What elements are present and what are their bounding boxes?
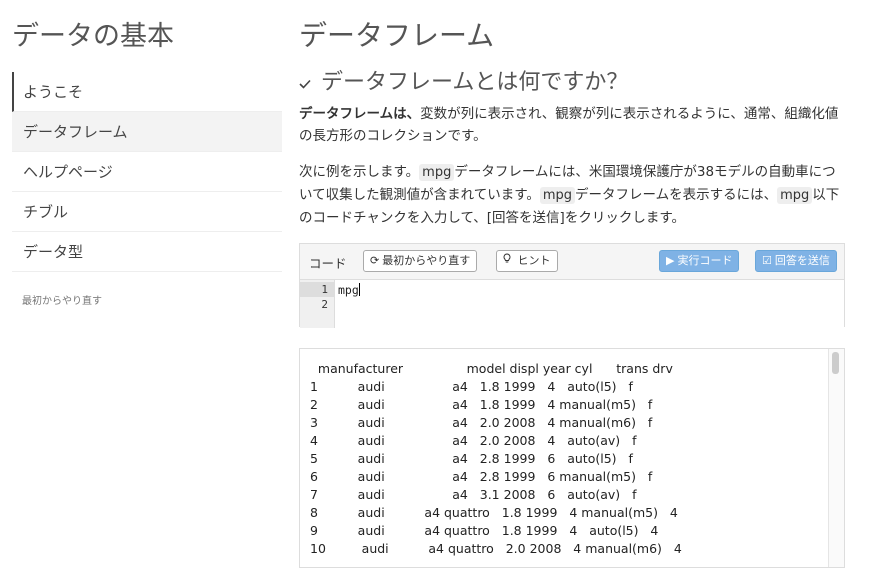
refresh-icon: ⟳ [370,254,380,267]
start-over-link[interactable]: 最初からやり直す [22,292,102,307]
output-scrollbar[interactable] [828,349,844,567]
page-title: データフレーム [299,19,495,52]
intro-paragraph: データフレームは、変数が列に表示され、観察が列に表示されるように、通常、組織化値… [299,103,849,147]
check-icon [299,75,315,93]
run-code-button-label: 実行コード [677,254,733,267]
output-row: 4 audi a4 2.0 2008 4 auto(av) f [310,433,637,448]
sidebar-item-data-frames[interactable]: データフレーム [12,112,282,152]
code-text: mpg [338,283,359,297]
output-row: 6 audi a4 2.8 1999 6 manual(m5) f [310,469,653,484]
submit-answer-button[interactable]: ☑ 回答を送信 [755,250,837,272]
line-number: 1 [321,283,328,296]
sidebar-item-welcome[interactable]: ようこそ [12,72,282,112]
example-text-c: データフレームを表示するには、 [575,187,778,203]
sidebar-nav: ようこそ データフレーム ヘルプページ チブル データ型 [12,72,282,272]
line-number-gutter: 1 2 [300,280,335,328]
start-over-button-label: 最初からやり直す [382,254,471,267]
output-row: 7 audi a4 3.1 2008 6 auto(av) f [310,487,637,502]
example-text-a: 次に例を示します。 [299,164,420,180]
exercise-header: コード ⟳ 最初からやり直す ヒント ▶ 実行コード ☑ 回答を送信 [300,244,844,280]
code-exercise: コード ⟳ 最初からやり直す ヒント ▶ 実行コード ☑ 回答を送信 1 2 mpg [299,243,845,328]
output-row: 3 audi a4 2.0 2008 4 manual(m6) f [310,415,653,430]
submit-answer-button-label: 回答を送信 [774,254,830,267]
play-icon: ▶ [666,254,675,267]
active-line-highlight [300,282,334,297]
output-row: 9 audi a4 quattro 1.8 1999 4 auto(l5) 4 [310,523,659,538]
exercise-label: コード [309,256,347,271]
text-cursor [358,283,360,296]
output-panel: manufacturer model displ year cyl trans … [299,348,845,568]
lightbulb-icon [503,253,515,267]
section-title-text: データフレームとは何ですか？ [321,70,629,95]
checkbox-icon: ☑ [762,254,772,267]
output-row: 2 audi a4 1.8 1999 4 manual(m5) f [310,397,653,412]
sidebar-item-data-types[interactable]: データ型 [12,232,282,272]
hint-button[interactable]: ヒント [496,250,558,272]
output-row: 8 audi a4 quattro 1.8 1999 4 manual(m5) … [310,505,678,520]
start-over-button[interactable]: ⟳ 最初からやり直す [363,250,478,272]
code-line[interactable]: mpg [338,283,360,297]
line-number: 2 [321,298,328,311]
inline-code-mpg: mpg [539,187,576,204]
sidebar-title: データの基本 [12,21,174,52]
output-row: 1 audi a4 1.8 1999 4 auto(l5) f [310,379,633,394]
run-code-button[interactable]: ▶ 実行コード [659,250,740,272]
sidebar-item-help-pages[interactable]: ヘルプページ [12,152,282,192]
code-editor[interactable]: 1 2 mpg [300,280,844,328]
inline-code-mpg: mpg [777,187,813,204]
inline-code-mpg: mpg [419,164,455,181]
section-title: データフレームとは何ですか？ [299,64,628,96]
scrollbar-thumb[interactable] [832,352,839,374]
output-row: 10 audi a4 quattro 2.0 2008 4 manual(m6)… [310,541,682,556]
sidebar-item-tibbles[interactable]: チブル [12,192,282,232]
output-header: manufacturer model displ year cyl trans … [306,361,673,376]
intro-bold: データフレームは、 [299,106,421,122]
hint-button-label: ヒント [517,254,551,267]
output-row: 5 audi a4 2.8 1999 6 auto(l5) f [310,451,633,466]
example-paragraph: 次に例を示します。 mpg データフレームには、米国環境保護庁が38モデルの自動車に… [299,161,849,229]
